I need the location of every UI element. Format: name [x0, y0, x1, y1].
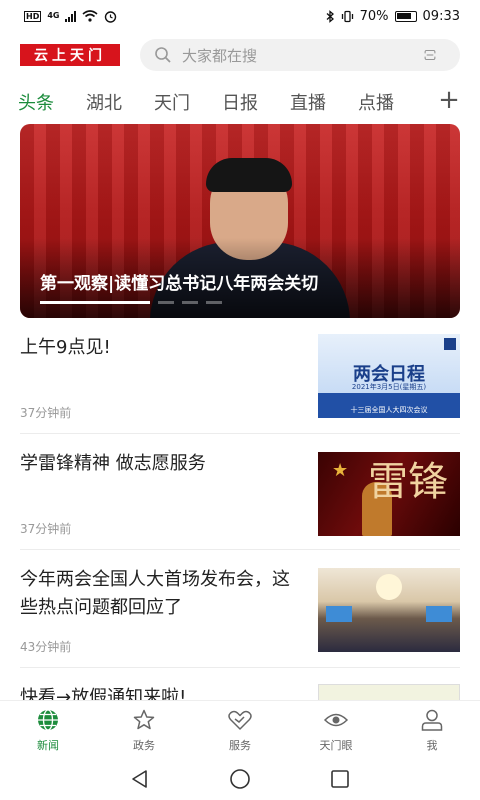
status-right: 70% 09:33	[326, 9, 460, 24]
recents-icon[interactable]	[330, 769, 350, 789]
bluetooth-icon	[326, 9, 334, 23]
search-bar[interactable]: 大家都在搜	[140, 39, 460, 71]
nav-label: 我	[426, 738, 438, 752]
app-header: 云上天门 大家都在搜	[0, 36, 480, 74]
nav-label: 服务	[229, 738, 251, 752]
search-placeholder: 大家都在搜	[182, 46, 258, 65]
nav-label: 天门眼	[319, 738, 353, 752]
hero-banner[interactable]: 第一观察|读懂习总书记八年两会关切	[20, 124, 460, 318]
news-time: 37分钟前	[20, 522, 72, 536]
vibrate-icon	[341, 10, 353, 22]
tabs-fade	[400, 84, 440, 120]
battery-icon	[394, 10, 417, 22]
nav-label: 新闻	[37, 738, 59, 752]
hall-screen-left	[326, 606, 352, 622]
alarm-icon	[105, 10, 117, 23]
thumbnail-band: 十三届全国人大四次会议	[350, 406, 428, 414]
tab-vod[interactable]: 点播	[358, 89, 394, 115]
thumbnail-calligraphy: 雷锋	[368, 459, 448, 505]
eye-icon	[323, 707, 349, 733]
thumbnail-badge	[444, 338, 456, 350]
news-time: 37分钟前	[20, 406, 72, 420]
nav-services[interactable]: 服务	[192, 701, 288, 758]
signal-icon	[65, 10, 77, 22]
status-left: HD 4G	[24, 10, 117, 23]
hero-title: 第一观察|读懂习总书记八年两会关切	[40, 274, 319, 294]
app-screen: HD 4G 70% 09:33 云上天门 大家都在搜 头条 湖北 天门 日报 直…	[0, 0, 480, 800]
home-icon[interactable]	[229, 768, 251, 790]
status-bar: HD 4G 70% 09:33	[0, 0, 480, 32]
star-icon	[131, 707, 157, 733]
news-thumbnail: 两会日程 2021年3月5日(星期五) 十三届全国人大四次会议	[318, 334, 460, 418]
hero-figure-hair	[206, 158, 292, 192]
back-icon[interactable]	[130, 769, 150, 789]
news-item[interactable]: 学雷锋精神 做志愿服务 37分钟前 ★ 雷锋	[20, 450, 460, 550]
nav-label: 政务	[133, 738, 155, 752]
news-time: 43分钟前	[20, 640, 72, 654]
globe-icon	[35, 707, 61, 733]
person-icon	[419, 707, 445, 733]
carousel-indicator	[40, 301, 222, 304]
app-logo[interactable]: 云上天门	[20, 44, 120, 66]
news-thumbnail: ★ 雷锋	[318, 452, 460, 536]
hall-screen-right	[426, 606, 452, 622]
thumbnail-date: 2021年3月5日(星期五)	[351, 383, 427, 391]
clock: 09:33	[422, 8, 460, 24]
search-icon	[155, 47, 171, 63]
party-emblem-icon: ★	[332, 460, 349, 481]
tab-headline[interactable]: 头条	[18, 89, 54, 115]
bottom-navigation: 新闻 政务 服务 天门眼 我	[0, 700, 480, 758]
news-item[interactable]: 上午9点见! 37分钟前 两会日程 2021年3月5日(星期五) 十三届全国人大…	[20, 334, 460, 434]
news-thumbnail	[318, 568, 460, 652]
hd-icon: HD	[24, 10, 42, 22]
chandelier	[376, 574, 402, 600]
news-title: 今年两会全国人大首场发布会，这些热点问题都回应了	[20, 569, 290, 618]
news-thumbnail	[318, 684, 460, 700]
tab-daily[interactable]: 日报	[222, 89, 258, 115]
handshake-heart-icon	[227, 707, 253, 733]
news-item[interactable]: 快看→放假通知来啦!	[20, 684, 460, 700]
add-tab-button[interactable]: +	[436, 87, 462, 114]
tab-live[interactable]: 直播	[290, 89, 326, 115]
tab-tianmen[interactable]: 天门	[154, 89, 190, 115]
nav-tianmen-eye[interactable]: 天门眼	[288, 701, 384, 758]
battery-percent: 70%	[359, 8, 389, 24]
nav-government[interactable]: 政务	[96, 701, 192, 758]
nav-news[interactable]: 新闻	[0, 701, 96, 758]
scan-icon[interactable]	[424, 46, 446, 64]
category-tabs: 头条 湖北 天门 日报 直播 点播 +	[0, 84, 480, 120]
system-navigation-bar	[0, 758, 480, 800]
news-item[interactable]: 今年两会全国人大首场发布会，这些热点问题都回应了 43分钟前	[20, 566, 460, 668]
news-title: 学雷锋精神 做志愿服务	[20, 453, 206, 474]
nav-me[interactable]: 我	[384, 701, 480, 758]
network-type: 4G	[47, 11, 60, 20]
news-title: 快看→放假通知来啦!	[20, 687, 187, 700]
tab-hubei[interactable]: 湖北	[86, 89, 122, 115]
wifi-icon	[82, 10, 99, 22]
news-title: 上午9点见!	[20, 337, 111, 358]
